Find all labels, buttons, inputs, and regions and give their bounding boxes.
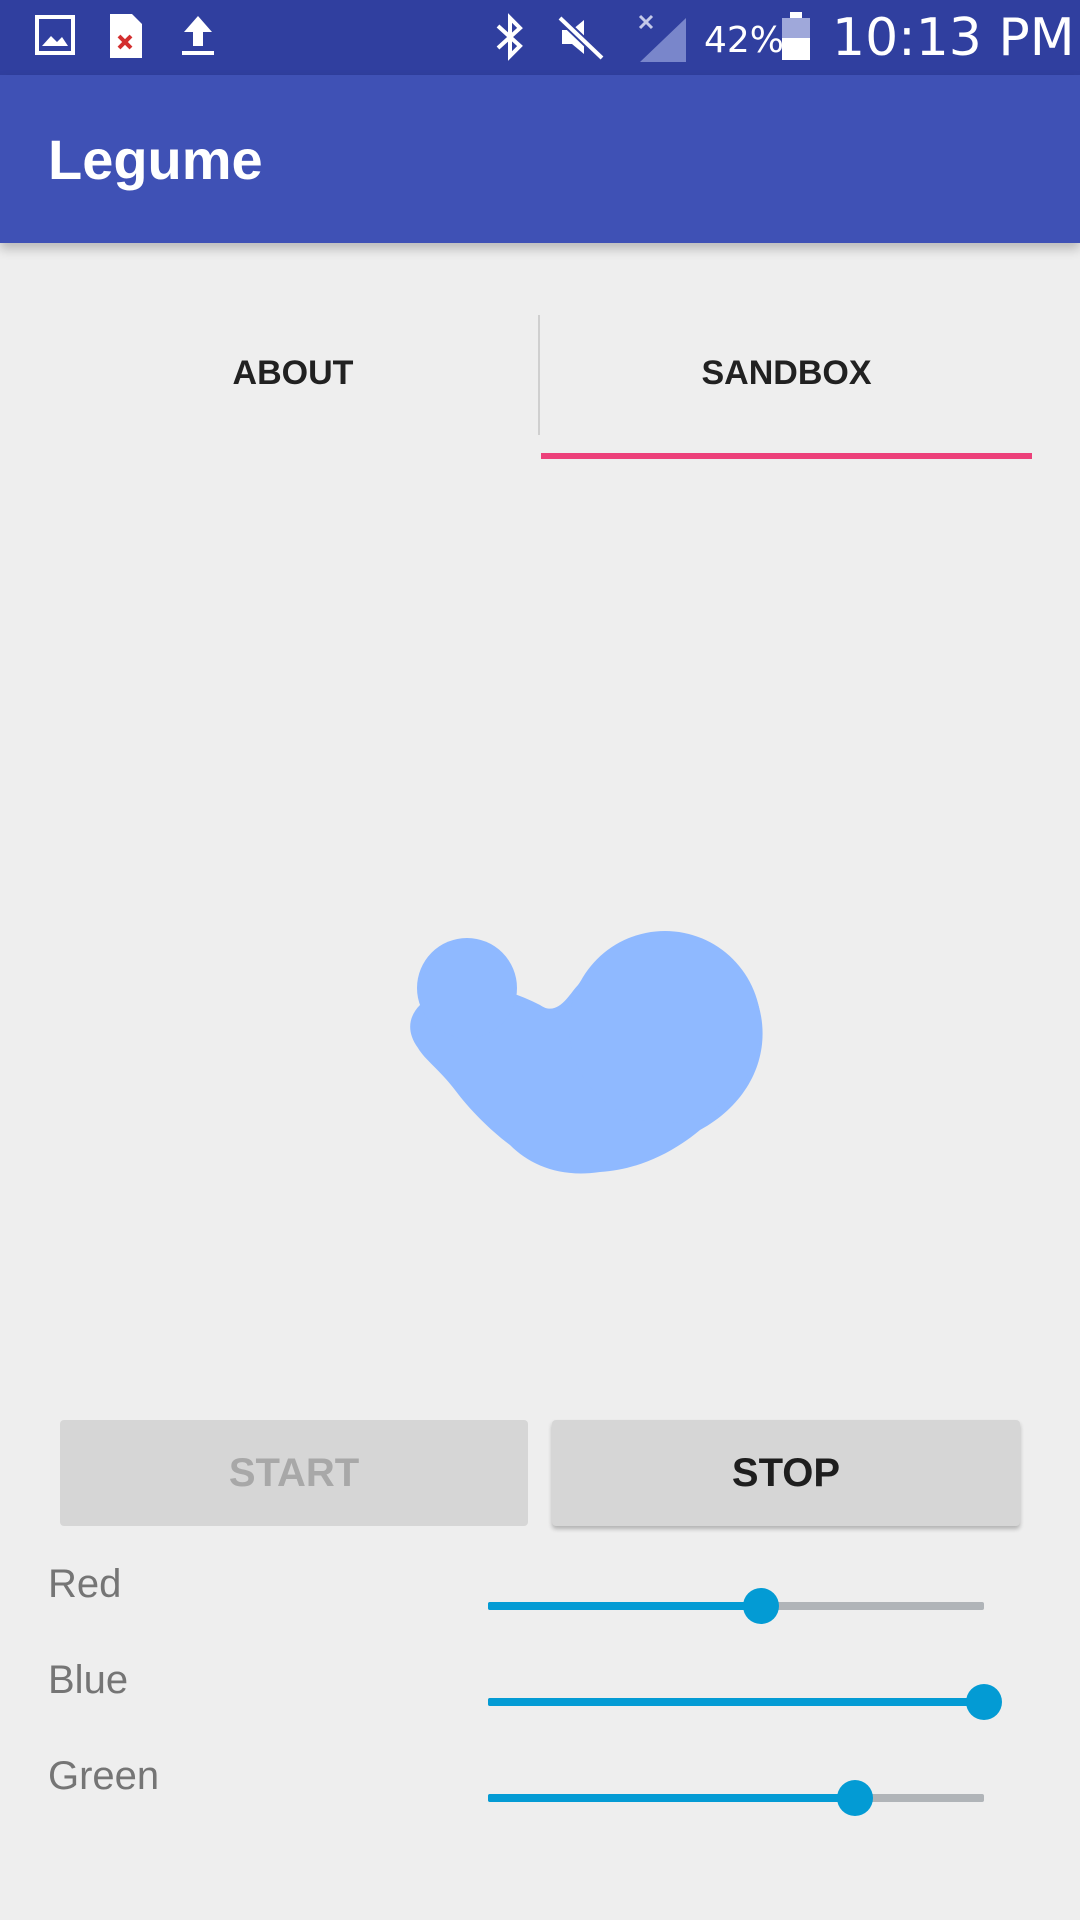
tab-sandbox[interactable]: SANDBOX bbox=[541, 313, 1032, 433]
gallery-icon bbox=[35, 15, 75, 55]
battery-percent: 42% bbox=[704, 20, 785, 61]
slider-thumb[interactable] bbox=[742, 1588, 779, 1624]
slider-fill bbox=[488, 1794, 856, 1802]
app-bar: Legume bbox=[0, 75, 1080, 243]
red-label: Red bbox=[48, 1562, 122, 1606]
battery-icon bbox=[782, 12, 810, 60]
sandbox-canvas[interactable] bbox=[0, 470, 1080, 1390]
slider-thumb[interactable] bbox=[966, 1684, 1002, 1720]
tab-divider bbox=[538, 315, 540, 435]
tab-about[interactable]: ABOUT bbox=[48, 313, 538, 433]
upload-icon bbox=[182, 16, 214, 55]
color-blob bbox=[410, 931, 763, 1174]
slider-fill bbox=[488, 1602, 761, 1610]
mute-icon bbox=[557, 15, 605, 61]
start-button[interactable]: START bbox=[60, 1420, 528, 1526]
status-bar: 42% 10:13 PM bbox=[0, 0, 1080, 75]
blue-slider[interactable] bbox=[488, 1682, 1002, 1722]
bluetooth-icon bbox=[496, 13, 523, 61]
red-slider[interactable] bbox=[488, 1586, 984, 1626]
app-title: Legume bbox=[48, 128, 263, 191]
green-label: Green bbox=[48, 1754, 160, 1798]
slider-thumb[interactable] bbox=[837, 1780, 874, 1816]
green-slider[interactable] bbox=[488, 1778, 984, 1818]
slider-fill bbox=[488, 1698, 984, 1706]
blue-label: Blue bbox=[48, 1658, 129, 1702]
stop-button[interactable]: STOP bbox=[552, 1420, 1020, 1526]
file-error-icon bbox=[110, 14, 142, 58]
clock: 10:13 PM bbox=[832, 8, 1075, 68]
tab-selected-indicator bbox=[541, 453, 1032, 459]
no-signal-icon bbox=[638, 14, 686, 62]
tab-bar: ABOUT SANDBOX bbox=[0, 243, 1080, 463]
